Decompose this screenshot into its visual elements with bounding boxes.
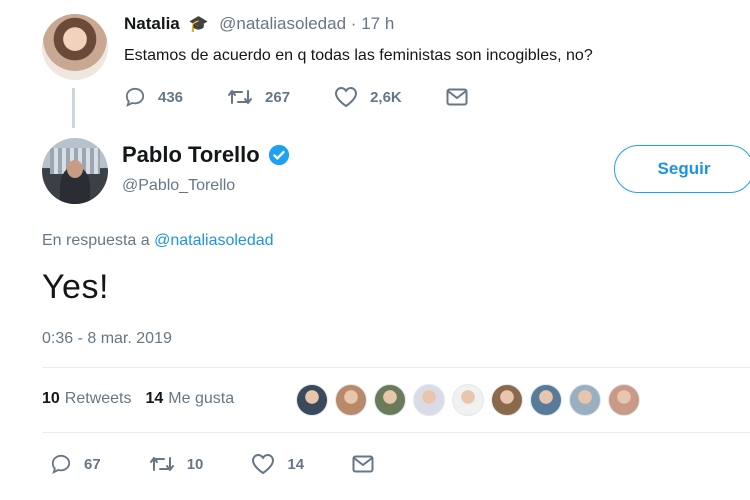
parent-author-name[interactable]: Natalia bbox=[124, 14, 180, 33]
reply-handle-link[interactable]: @nataliasoledad bbox=[154, 232, 273, 249]
parent-tweet-time[interactable]: 17 h bbox=[361, 14, 394, 33]
parent-tweet-header: Natalia 🎓 @nataliasoledad · 17 h bbox=[124, 14, 394, 34]
thread-connector bbox=[72, 88, 75, 128]
retweet-icon bbox=[149, 457, 174, 471]
dm-button[interactable] bbox=[352, 455, 386, 473]
liker-avatar[interactable] bbox=[491, 384, 523, 416]
heart-icon bbox=[335, 86, 358, 108]
parent-like-count: 2,6K bbox=[370, 88, 402, 106]
natalia-avatar[interactable] bbox=[42, 14, 108, 80]
liker-avatar[interactable] bbox=[452, 384, 484, 416]
liker-avatar[interactable] bbox=[608, 384, 640, 416]
like-button[interactable]: 14 bbox=[251, 453, 304, 475]
parent-tweet: Natalia 🎓 @nataliasoledad · 17 h Estamos… bbox=[0, 0, 750, 130]
likes-stat-label: Me gusta bbox=[168, 390, 235, 407]
reply-icon bbox=[125, 87, 145, 107]
parent-reply-button[interactable]: 436 bbox=[124, 87, 183, 107]
parent-tweet-text: Estamos de acuerdo en q todas las femini… bbox=[124, 47, 593, 64]
likes-stat-count: 14 bbox=[145, 390, 164, 407]
liker-avatar[interactable] bbox=[569, 384, 601, 416]
author-name-row[interactable]: Pablo Torello bbox=[122, 142, 290, 168]
liker-avatar[interactable] bbox=[413, 384, 445, 416]
envelope-icon bbox=[446, 88, 468, 106]
parent-retweet-count: 267 bbox=[265, 88, 291, 106]
parent-reply-count: 436 bbox=[158, 88, 184, 106]
verified-badge-icon bbox=[268, 144, 289, 166]
tweet-text: Yes! bbox=[42, 268, 109, 306]
avatar-face bbox=[67, 160, 83, 178]
retweets-stat-label: Retweets bbox=[64, 390, 132, 407]
retweets-stat-count: 10 bbox=[42, 390, 60, 407]
graduation-cap-icon: 🎓 bbox=[188, 16, 209, 33]
likes-stat[interactable]: 14 Me gusta bbox=[146, 390, 235, 408]
author-name[interactable]: Pablo Torello bbox=[122, 142, 260, 168]
separator-dot: · bbox=[350, 14, 357, 33]
author-handle[interactable]: @Pablo_Torello bbox=[122, 177, 235, 195]
reply-context: En respuesta a @nataliasoledad bbox=[42, 232, 274, 250]
tweet-actions: 67 10 14 bbox=[50, 453, 434, 475]
divider-top bbox=[42, 367, 750, 368]
parent-like-button[interactable]: 2,6K bbox=[334, 86, 402, 108]
pablo-avatar[interactable] bbox=[42, 138, 108, 204]
retweet-button[interactable]: 10 bbox=[149, 454, 204, 474]
parent-retweet-button[interactable]: 267 bbox=[227, 87, 290, 107]
parent-dm-button[interactable] bbox=[446, 88, 480, 106]
heart-icon bbox=[252, 453, 275, 475]
follow-button[interactable]: Seguir bbox=[614, 145, 750, 193]
liker-avatar[interactable] bbox=[335, 384, 367, 416]
liker-avatar[interactable] bbox=[374, 384, 406, 416]
retweet-count: 10 bbox=[186, 455, 204, 473]
parent-author-handle[interactable]: @nataliasoledad bbox=[219, 14, 346, 33]
liker-avatars bbox=[296, 384, 647, 416]
liker-avatar[interactable] bbox=[530, 384, 562, 416]
reply-prefix: En respuesta a bbox=[42, 232, 150, 249]
engagement-stats: 10 Retweets 14 Me gusta bbox=[42, 390, 248, 408]
divider-bottom bbox=[42, 432, 750, 433]
like-count: 14 bbox=[287, 455, 305, 473]
retweets-stat[interactable]: 10 Retweets bbox=[42, 390, 132, 408]
reply-count: 67 bbox=[84, 455, 101, 473]
retweet-icon bbox=[228, 90, 253, 104]
reply-icon bbox=[51, 454, 71, 474]
liker-avatar[interactable] bbox=[296, 384, 328, 416]
envelope-icon bbox=[352, 455, 374, 473]
tweet-timestamp[interactable]: 0:36 - 8 mar. 2019 bbox=[42, 330, 172, 348]
reply-button[interactable]: 67 bbox=[50, 454, 101, 474]
parent-tweet-actions: 436 267 2,6K bbox=[124, 86, 524, 108]
